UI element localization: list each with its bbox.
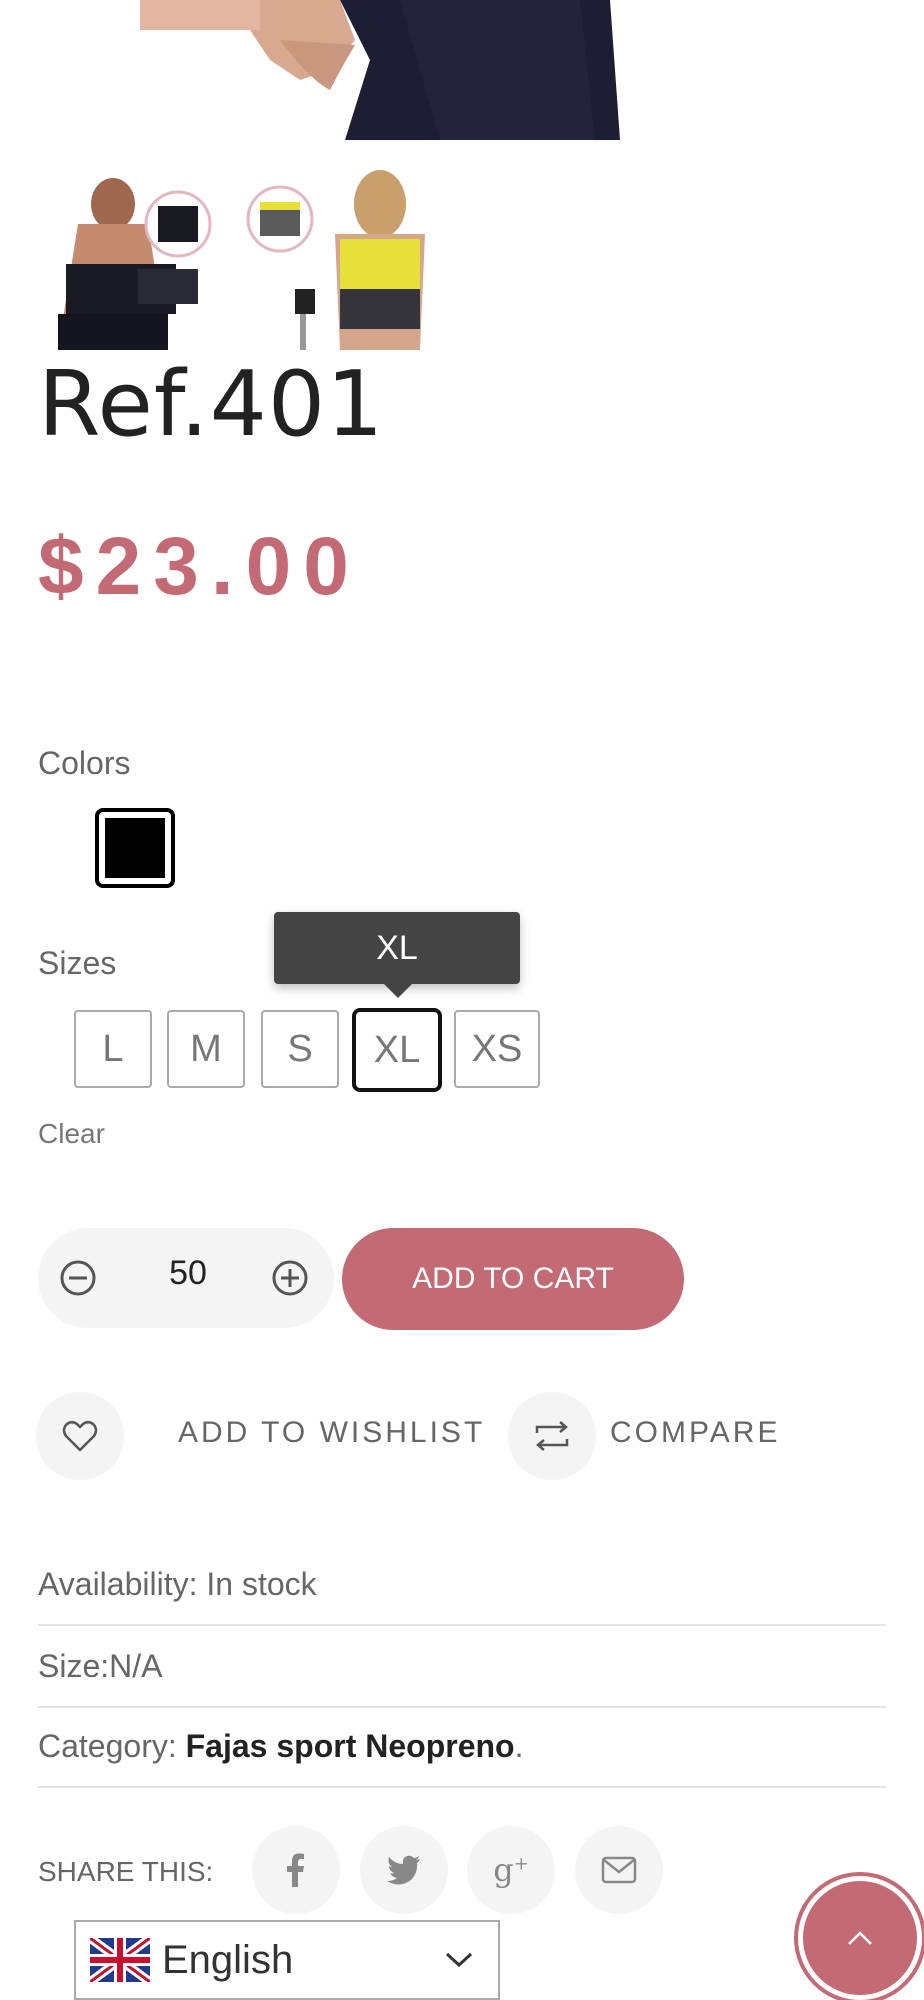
product-thumbnail-2[interactable] [240,164,430,350]
plus-circle-icon[interactable] [270,1258,310,1298]
clear-selection-link[interactable]: Clear [38,1118,105,1150]
uk-flag-icon [90,1938,150,1982]
back-to-top-button[interactable] [798,1876,922,2000]
sizes-label: Sizes [38,945,117,981]
size-option-xl[interactable]: XL [352,1008,442,1092]
product-thumbnail-1[interactable] [38,164,228,350]
category-suffix: . [514,1728,524,1764]
compare-link[interactable]: COMPARE [610,1416,780,1450]
google-plus-glyph: g+ [493,1851,529,1889]
size-info: Size:N/A [38,1648,163,1684]
product-title: Ref.401 [38,352,385,457]
language-selector[interactable]: English [74,1920,500,2000]
divider [38,1786,886,1788]
heart-icon[interactable] [36,1392,124,1480]
size-option-m[interactable]: M [167,1010,245,1088]
availability-row: Availability: In stock [38,1566,317,1603]
share-label: SHARE THIS: [38,1856,214,1887]
chevron-up-icon [848,1931,872,1945]
color-swatch-black[interactable] [95,808,175,888]
divider [38,1624,886,1626]
google-plus-icon[interactable]: g+ [467,1826,555,1914]
availability-value: In stock [206,1566,317,1602]
size-option-s[interactable]: S [261,1010,339,1088]
category-row: Category: Fajas sport Neopreno. [38,1728,523,1765]
tooltip-arrow [384,984,412,998]
minus-circle-icon[interactable] [58,1258,98,1298]
divider [38,1706,886,1708]
twitter-icon[interactable] [360,1826,448,1914]
colors-label: Colors [38,745,131,781]
quantity-stepper: 50 [38,1228,334,1328]
product-main-image[interactable] [140,0,620,140]
category-label: Category: [38,1728,177,1764]
compare-arrows-icon[interactable] [508,1392,596,1480]
add-to-wishlist-link[interactable]: ADD TO WISHLIST [178,1416,485,1450]
size-option-l[interactable]: L [74,1010,152,1088]
color-swatch-fill [105,818,165,878]
email-icon[interactable] [575,1826,663,1914]
chevron-down-icon [444,1951,474,1969]
size-tooltip: XL [274,912,520,984]
quantity-input[interactable]: 50 [138,1254,238,1293]
facebook-icon[interactable] [252,1826,340,1914]
size-option-xs[interactable]: XS [454,1010,540,1088]
language-label: English [162,1937,294,1982]
category-link[interactable]: Fajas sport Neopreno [186,1728,515,1764]
availability-label: Availability: [38,1566,198,1602]
product-price: $23.00 [38,521,361,612]
add-to-cart-button[interactable]: ADD TO CART [342,1228,684,1330]
